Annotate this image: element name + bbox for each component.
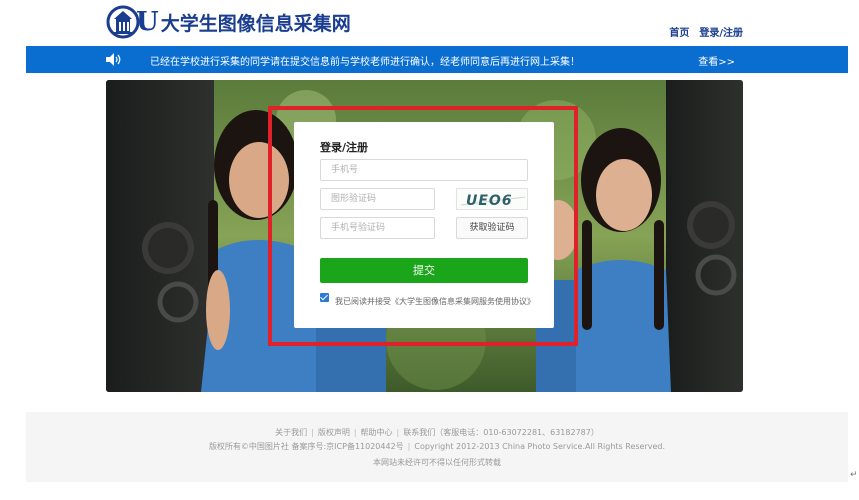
captcha-image[interactable]: UEO6	[456, 188, 528, 210]
top-nav: 首页 登录/注册	[669, 24, 743, 39]
captcha-text: UEO6	[466, 193, 513, 209]
footer-notice: 本网站未经许可不得以任何形式转载	[373, 458, 501, 467]
footer-link-help[interactable]: 帮助中心	[361, 428, 393, 437]
footer-link-about[interactable]: 关于我们	[275, 428, 307, 437]
footer-copyright-left: 版权所有©中国图片社 备案序号:京ICP备11020442号	[208, 442, 404, 451]
page: U 大学生图像信息采集网 首页 登录/注册 已经在学校进行采集的同学请在提交信息…	[0, 0, 859, 500]
captcha-graphic: UEO6	[460, 193, 526, 209]
notice-bar: 已经在学校进行采集的同学请在提交信息前与学校老师进行确认，经老师同意后再进行网上…	[26, 46, 848, 73]
footer-copyright-right: Copyright 2012-2013 China Photo Service.…	[414, 442, 666, 451]
notice-more-link[interactable]: 查看>>	[698, 53, 735, 68]
footer-link-copyright[interactable]: 版权声明	[318, 428, 350, 437]
footer-copyright: 版权所有©中国图片社 备案序号:京ICP备11020442号 | Copyright…	[208, 442, 666, 451]
return-mark: ↵	[850, 470, 858, 480]
building-logo-icon	[106, 5, 140, 39]
site-name: 大学生图像信息采集网	[160, 12, 351, 35]
login-panel: 登录/注册 手机号 图形验证码 UEO6 手机号验证码 获取验证码 提交 我已阅…	[294, 122, 554, 328]
sms-code-input[interactable]: 手机号验证码	[320, 217, 435, 239]
nav-login-link[interactable]: 登录/注册	[699, 24, 743, 39]
captcha-input[interactable]: 图形验证码	[320, 188, 435, 210]
footer-link-contact[interactable]: 联系我们（客服电话：010-63072281、63182787）	[403, 428, 599, 437]
submit-button[interactable]: 提交	[320, 258, 528, 283]
agreement-text[interactable]: 我已阅读并接受《大学生图像信息采集网服务使用协议》	[320, 292, 535, 311]
nav-home-link[interactable]: 首页	[669, 24, 689, 39]
site-logo[interactable]: U 大学生图像信息采集网	[106, 4, 351, 40]
get-sms-code-button[interactable]: 获取验证码	[456, 217, 528, 239]
header: U 大学生图像信息采集网 首页 登录/注册	[0, 0, 859, 44]
notice-message: 已经在学校进行采集的同学请在提交信息前与学校老师进行确认，经老师同意后再进行网上…	[150, 57, 580, 68]
footer: 关于我们 | 版权声明 | 帮助中心 | 联系我们（客服电话：010-63072281、63…	[26, 412, 848, 482]
phone-input[interactable]: 手机号	[320, 159, 528, 181]
login-title: 登录/注册	[320, 141, 369, 154]
speaker-icon	[106, 53, 121, 66]
footer-links: 关于我们 | 版权声明 | 帮助中心 | 联系我们（客服电话：010-63072281、63…	[275, 428, 599, 437]
